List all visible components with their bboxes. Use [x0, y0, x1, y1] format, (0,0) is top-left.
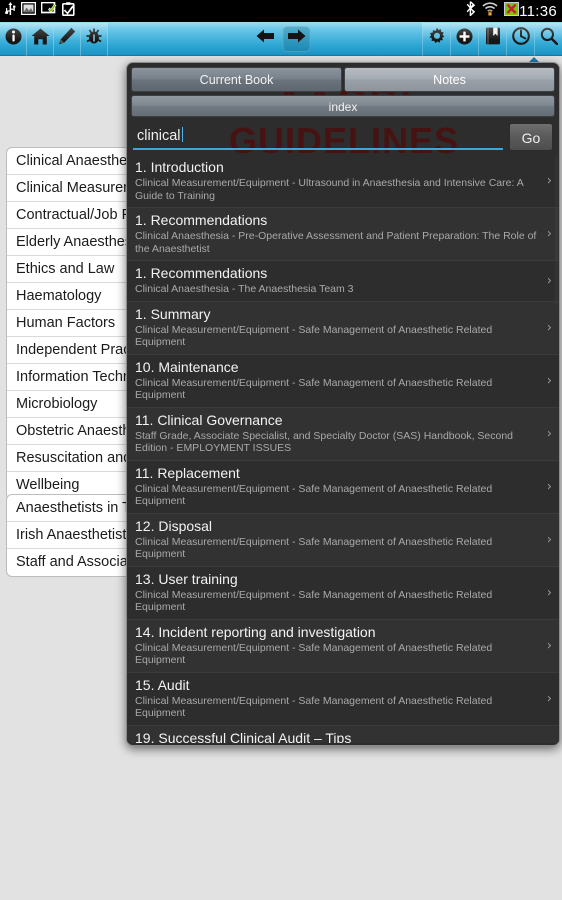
search-result-title: 13. User training [135, 570, 238, 587]
dialog-tabs: Current Book Notes [127, 63, 559, 92]
chevron-right-icon: › [546, 532, 552, 547]
search-icon [540, 27, 558, 50]
search-result-subtitle: Clinical Measurement/Equipment - Ultraso… [135, 177, 524, 202]
search-result-title: 1. Introduction [135, 159, 224, 175]
history-button[interactable] [506, 21, 534, 56]
bookmark-icon [485, 27, 501, 50]
chevron-right-icon: › [546, 320, 552, 335]
search-dialog: AAGBI GUIDELINES Current Book Notes inde… [126, 62, 560, 746]
search-result-subtitle: Clinical Measurement/Equipment - Safe Ma… [135, 482, 493, 508]
edit-button[interactable] [54, 21, 81, 56]
toolbar-nav-group [252, 25, 311, 52]
chevron-right-icon: › [546, 585, 552, 600]
chevron-right-icon: › [546, 691, 552, 706]
wifi-icon [482, 1, 498, 21]
search-result-subtitle: Clinical Anaesthesia - Pre-Operative Ass… [135, 230, 537, 255]
search-result-title: 11. Replacement [135, 464, 240, 481]
search-results-list[interactable]: 1. Introduction Clinical Measurement/Equi… [127, 155, 559, 743]
search-result-subtitle: Clinical Measurement/Equipment - Safe Ma… [135, 376, 493, 402]
home-button[interactable] [27, 21, 54, 56]
search-result-row[interactable]: 1. Recommendations Clinical Anaesthesia -… [127, 261, 559, 302]
sync-error-icon [504, 1, 520, 21]
info-button[interactable] [0, 21, 27, 56]
screen-check-icon [40, 1, 57, 20]
search-result-title: 11. Clinical Governance [135, 411, 283, 428]
settings-button[interactable] [422, 21, 450, 56]
app-toolbar [0, 21, 562, 56]
search-result-row[interactable]: 1. Introduction Clinical Measurement/Equi… [127, 155, 559, 208]
search-result-subtitle: Clinical Measurement/Equipment - Safe Ma… [135, 323, 493, 349]
dialog-search-row: clinical Go [127, 117, 559, 155]
search-result-row[interactable]: 10. Maintenance Clinical Measurement/Equi… [127, 354, 559, 408]
info-icon [5, 28, 22, 50]
search-result-title: 10. Maintenance [135, 358, 239, 375]
search-result-subtitle: Clinical Measurement/Equipment - Safe Ma… [135, 694, 493, 720]
bug-icon [85, 27, 103, 50]
chevron-right-icon: › [546, 373, 552, 388]
search-result-row[interactable]: 11. Replacement Clinical Measurement/Equi… [127, 460, 559, 514]
search-result-subtitle: Clinical Measurement/Equipment - Safe Ma… [135, 641, 493, 667]
search-input[interactable]: clinical [133, 124, 503, 150]
usb-icon [5, 1, 16, 21]
search-result-subtitle: Clinical Measurement/Equipment - Safe Ma… [135, 588, 493, 614]
bluetooth-icon [466, 1, 476, 21]
add-button[interactable] [450, 21, 478, 56]
search-result-row[interactable]: 14. Incident reporting and investigation… [127, 619, 559, 673]
search-result-subtitle: Clinical Measurement/Equipment - Safe Ma… [135, 535, 493, 561]
search-result-row[interactable]: 1. Recommendations Clinical Anaesthesia -… [127, 208, 559, 261]
bookmarks-button[interactable] [478, 21, 506, 56]
chevron-right-icon: › [546, 273, 552, 289]
search-result-row[interactable]: 1. Summary Clinical Measurement/Equipment… [127, 301, 559, 355]
text-caret [181, 127, 184, 142]
back-arrow-icon [256, 28, 276, 49]
image-icon [20, 1, 37, 20]
back-button[interactable] [252, 26, 280, 52]
tab-notes[interactable]: Notes [344, 67, 555, 92]
chevron-right-icon: › [546, 479, 552, 494]
chevron-right-icon: › [546, 173, 552, 189]
search-button[interactable] [534, 21, 562, 56]
search-result-title: 1. Summary [135, 305, 211, 322]
search-result-row[interactable]: 12. Disposal Clinical Measurement/Equipme… [127, 513, 559, 567]
status-bar-left-icons [5, 1, 75, 21]
search-result-row[interactable]: 19. Successful Clinical Audit – TipsStaf… [127, 725, 559, 744]
chevron-right-icon: › [546, 426, 552, 441]
tab-current-book[interactable]: Current Book [131, 67, 342, 92]
android-status-bar: 11:36 [0, 0, 562, 22]
subtab-index[interactable]: index [131, 95, 555, 117]
app-root: 11:36 Clinical Anaesthesia Clinical Meas… [0, 0, 562, 900]
clock-icon [511, 27, 530, 50]
pencil-icon [58, 27, 76, 50]
home-icon [31, 28, 50, 50]
chevron-right-icon: › [546, 638, 552, 653]
status-bar-clock: 11:36 [519, 2, 557, 20]
debug-button[interactable] [81, 21, 108, 56]
toolbar-left-group [0, 21, 108, 56]
gear-icon [428, 27, 446, 50]
go-button[interactable]: Go [509, 123, 553, 151]
status-bar-right-icons [466, 1, 520, 21]
plus-circle-icon [456, 28, 473, 50]
chevron-right-icon: › [546, 226, 552, 242]
search-result-title: 1. Recommendations [135, 212, 268, 228]
forward-arrow-icon [287, 28, 307, 49]
search-result-title: 14. Incident reporting and investigation [135, 623, 376, 640]
search-input-value: clinical [137, 128, 181, 144]
toolbar-right-group [422, 21, 562, 56]
search-result-title: 15. Audit [135, 676, 190, 693]
search-result-title: 1. Recommendations [135, 265, 268, 281]
search-result-subtitle: Staff Grade, Associate Specialist, and S… [135, 429, 514, 455]
search-result-subtitle: Clinical Anaesthesia - The Anaesthesia T… [135, 283, 354, 295]
search-result-title: 19. Successful Clinical Audit – Tips [135, 729, 352, 744]
search-result-row[interactable]: 11. Clinical Governance Staff Grade, Asso… [127, 407, 559, 461]
clipboard-check-icon [62, 1, 75, 21]
search-result-row[interactable]: 15. Audit Clinical Measurement/Equipment … [127, 672, 559, 726]
forward-button[interactable] [282, 25, 311, 52]
search-result-row[interactable]: 13. User training Clinical Measurement/Eq… [127, 566, 559, 620]
search-result-title: 12. Disposal [135, 517, 213, 534]
